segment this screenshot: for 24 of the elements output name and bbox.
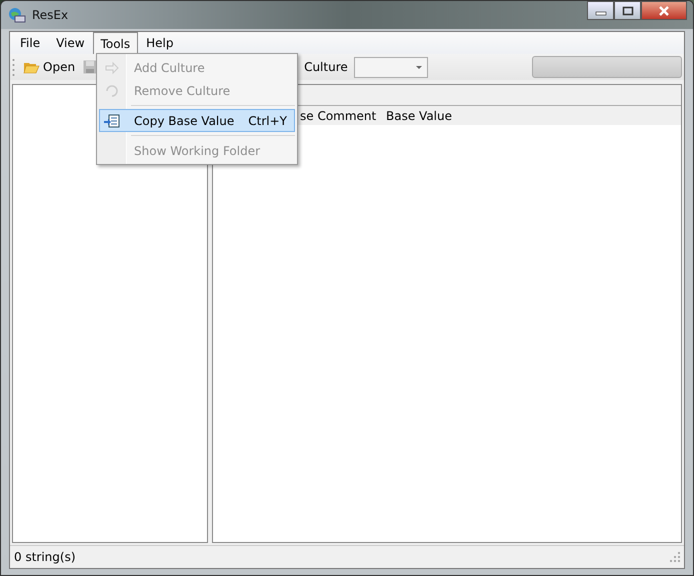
remove-icon [104,82,120,98]
resize-grip-icon[interactable] [670,552,680,562]
menu-item[interactable]: Tools [92,32,138,54]
status-text: 0 string(s) [14,550,76,564]
caret-icon [416,66,422,70]
add-icon [104,60,120,76]
close-icon [658,6,670,16]
menu-item[interactable]: File [12,32,48,54]
column-header[interactable]: Base Value [386,109,452,123]
column-header[interactable]: se Comment [300,109,376,123]
folder-icon [23,60,40,74]
menu-entry[interactable]: Copy Base Value Ctrl+Y [99,109,295,132]
maximize-icon [622,6,634,16]
copy-icon [104,112,120,128]
app-icon [8,7,26,23]
open-button[interactable]: Open [21,60,78,74]
menu-item[interactable]: View [48,32,93,54]
close-button[interactable] [641,1,687,20]
grip-icon [12,58,15,76]
maximize-button[interactable] [614,1,641,20]
window-title: ResEx [32,8,68,22]
minimize-button[interactable] [587,1,614,20]
culture-label: Culture [304,60,348,74]
menu-item[interactable]: Help [138,32,182,54]
